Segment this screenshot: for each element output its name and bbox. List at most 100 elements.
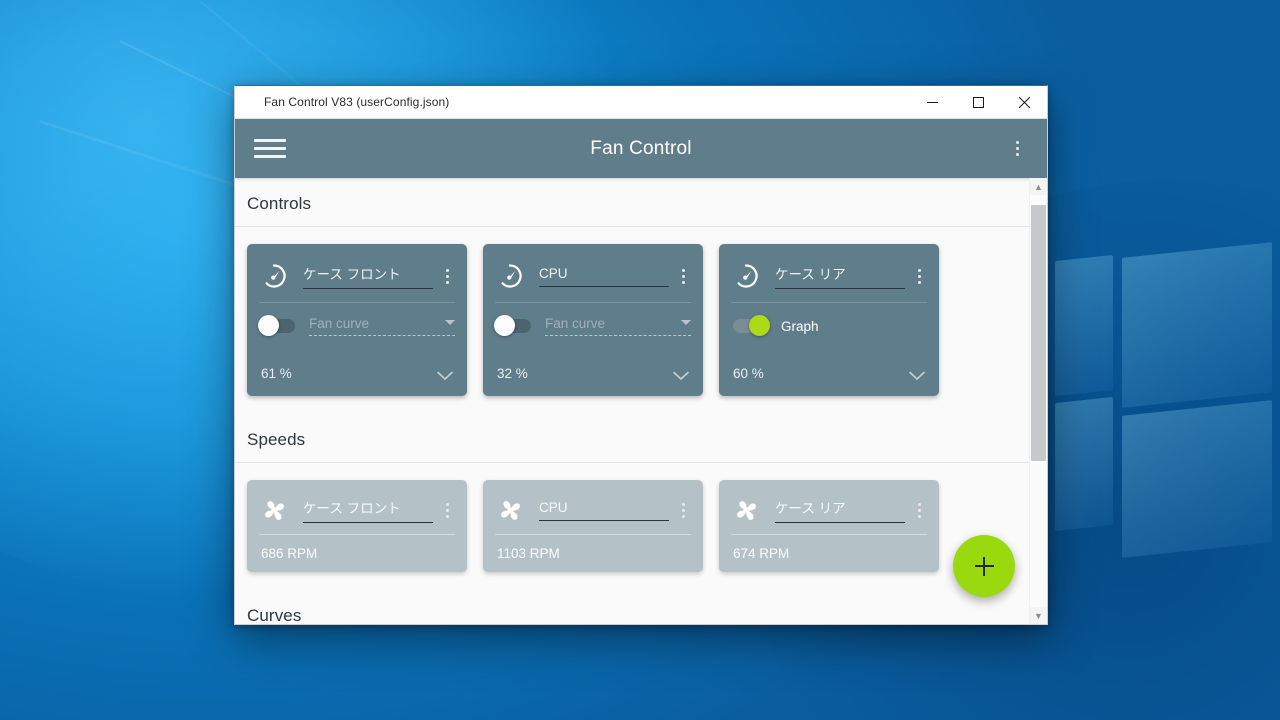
windows-logo-pane: [1055, 254, 1113, 397]
speed-card[interactable]: CPU 1103 RPM: [483, 480, 703, 572]
speed-rpm: 1103 RPM: [497, 546, 560, 561]
card-kebab-menu-icon[interactable]: [439, 263, 455, 289]
speed-card-header: ケース リア: [731, 490, 927, 530]
section-heading-speeds: Speeds: [247, 430, 306, 449]
toggle-knob: [749, 315, 770, 336]
card-kebab-menu-icon[interactable]: [675, 263, 691, 289]
control-name-field[interactable]: CPU: [539, 266, 669, 287]
kebab-dot: [917, 274, 921, 278]
windows-logo-pane: [1055, 396, 1113, 532]
control-card-header: ケース フロント: [259, 254, 455, 298]
control-percent: 61 %: [261, 365, 292, 381]
speed-name-field[interactable]: CPU: [539, 500, 669, 521]
graph-label: Graph: [781, 318, 819, 334]
speed-card-header: ケース フロント: [259, 490, 455, 530]
add-button[interactable]: [953, 535, 1015, 597]
kebab-dot: [681, 508, 685, 512]
scrollbar-thumb[interactable]: [1031, 205, 1046, 461]
content-area: Controls ケース フロント Fan curve 61 % CPU Fan…: [235, 178, 1047, 624]
kebab-menu-icon[interactable]: [1007, 135, 1027, 163]
speeds-card-row: ケース フロント 686 RPM CPU 1103 RPM ケース リア 674…: [235, 463, 1029, 590]
window-titlebar[interactable]: Fan Control V83 (userConfig.json): [235, 86, 1047, 119]
app-header: Fan Control: [235, 119, 1047, 178]
kebab-dot: [445, 274, 449, 278]
kebab-dot: [1015, 153, 1019, 156]
card-divider: [731, 534, 927, 535]
fan-curve-placeholder: Fan curve: [309, 316, 370, 331]
minimize-button[interactable]: [909, 87, 955, 118]
kebab-dot: [917, 268, 921, 272]
fan-icon: [495, 495, 525, 525]
controls-card-row: ケース フロント Fan curve 61 % CPU Fan curve 32…: [235, 227, 1029, 414]
kebab-dot: [681, 514, 685, 518]
card-divider: [259, 534, 455, 535]
control-name-field[interactable]: ケース フロント: [303, 263, 433, 289]
fan-curve-select[interactable]: Fan curve: [545, 316, 691, 336]
chevron-down-icon: [681, 320, 691, 325]
kebab-dot: [1015, 147, 1019, 150]
hamburger-menu-icon[interactable]: [252, 134, 288, 164]
kebab-dot: [445, 508, 449, 512]
maximize-button[interactable]: [955, 87, 1001, 118]
desktop-background: Fan Control V83 (userConfig.json) Fan Co…: [0, 0, 1280, 720]
control-name: ケース リア: [775, 267, 846, 282]
kebab-dot: [917, 502, 921, 506]
fan-curve-placeholder: Fan curve: [545, 316, 606, 331]
windows-logo-pane: [1122, 242, 1272, 408]
control-toggle[interactable]: [258, 315, 295, 336]
control-name: ケース フロント: [303, 267, 401, 282]
kebab-dot: [681, 502, 685, 506]
card-kebab-menu-icon[interactable]: [911, 263, 927, 289]
kebab-dot: [681, 268, 685, 272]
scrollbar-track[interactable]: [1030, 195, 1047, 607]
control-card[interactable]: ケース フロント Fan curve 61 %: [247, 244, 467, 396]
kebab-dot: [917, 514, 921, 518]
kebab-dot: [445, 514, 449, 518]
scroll-down-button[interactable]: ▼: [1030, 607, 1047, 624]
fan-curve-select[interactable]: Fan curve: [309, 316, 455, 336]
control-card-middle: Fan curve: [494, 303, 691, 349]
expand-chevron-icon[interactable]: [437, 368, 453, 381]
control-toggle[interactable]: [733, 315, 770, 336]
kebab-dot: [917, 280, 921, 284]
chevron-down-icon: [445, 320, 455, 325]
speed-card[interactable]: ケース フロント 686 RPM: [247, 480, 467, 572]
control-toggle[interactable]: [494, 315, 531, 336]
speed-card[interactable]: ケース リア 674 RPM: [719, 480, 939, 572]
speed-rpm: 674 RPM: [733, 546, 790, 561]
control-card[interactable]: ケース リア Graph 60 %: [719, 244, 939, 396]
hamburger-bar: [254, 155, 286, 158]
speed-card-header: CPU: [495, 490, 691, 530]
fan-icon: [731, 495, 761, 525]
plus-icon: [982, 556, 986, 576]
card-kebab-menu-icon[interactable]: [675, 497, 691, 523]
control-percent: 32 %: [497, 365, 528, 381]
control-name-field[interactable]: ケース リア: [775, 263, 905, 289]
expand-chevron-icon[interactable]: [909, 368, 925, 381]
speed-name-field[interactable]: ケース リア: [775, 497, 905, 523]
gauge-icon: [495, 261, 525, 291]
scroll-up-button[interactable]: ▲: [1030, 178, 1047, 195]
kebab-dot: [1015, 141, 1019, 144]
page-title: Fan Control: [590, 137, 692, 159]
windows-logo-pane: [1122, 400, 1272, 558]
close-button[interactable]: [1001, 87, 1047, 118]
speed-name: ケース リア: [775, 501, 846, 516]
vertical-scrollbar[interactable]: ▲ ▼: [1029, 178, 1047, 624]
control-card-middle: Graph: [731, 303, 927, 349]
hamburger-bar: [254, 147, 286, 150]
toggle-knob: [494, 315, 515, 336]
control-card-header: ケース リア: [731, 254, 927, 298]
speed-name-field[interactable]: ケース フロント: [303, 497, 433, 523]
speed-rpm: 686 RPM: [261, 546, 318, 561]
control-card-header: CPU: [495, 254, 691, 298]
control-card[interactable]: CPU Fan curve 32 %: [483, 244, 703, 396]
hamburger-bar: [254, 139, 286, 142]
scroll-content: Controls ケース フロント Fan curve 61 % CPU Fan…: [235, 178, 1029, 624]
card-kebab-menu-icon[interactable]: [439, 497, 455, 523]
card-kebab-menu-icon[interactable]: [911, 497, 927, 523]
window-title: Fan Control V83 (userConfig.json): [264, 95, 450, 109]
expand-chevron-icon[interactable]: [673, 368, 689, 381]
fan-icon: [259, 495, 289, 525]
speed-name: CPU: [539, 499, 568, 515]
